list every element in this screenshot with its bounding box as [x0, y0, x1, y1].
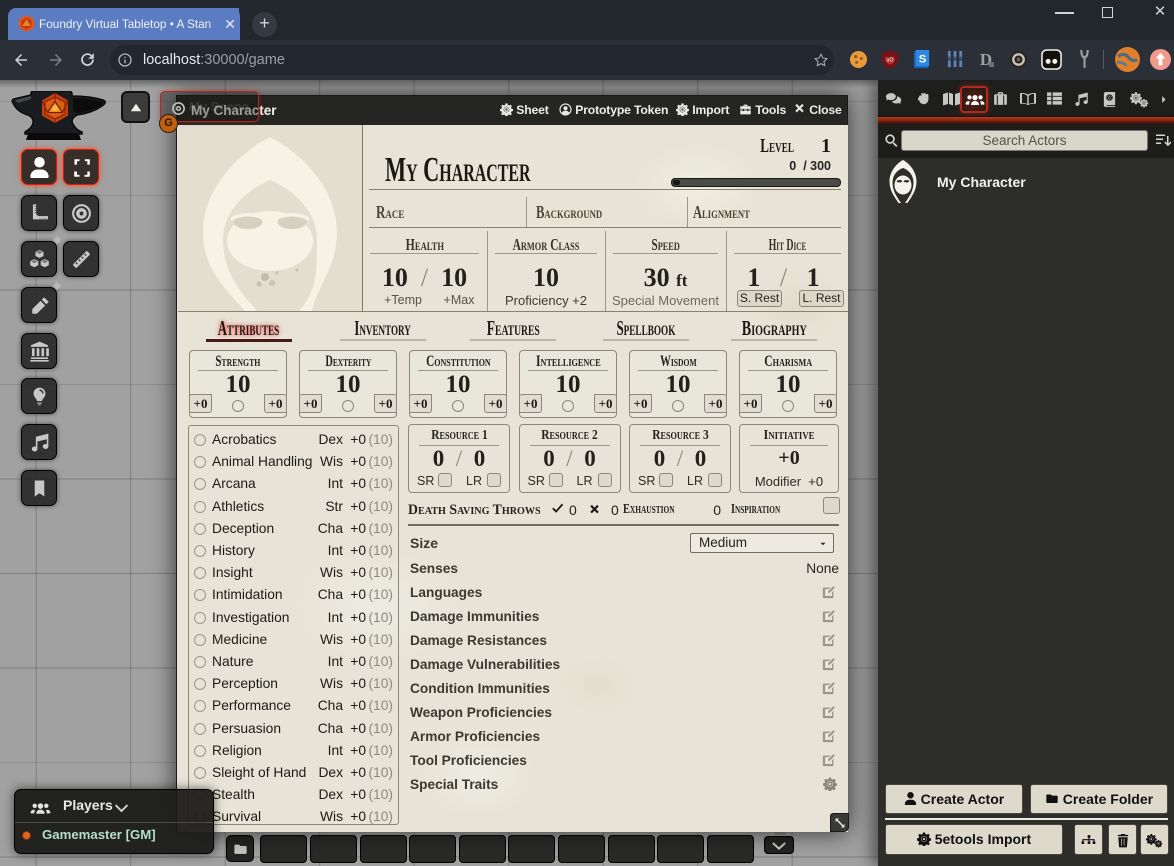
svg-text:uO: uO — [886, 57, 893, 63]
svg-text:S: S — [919, 53, 927, 65]
